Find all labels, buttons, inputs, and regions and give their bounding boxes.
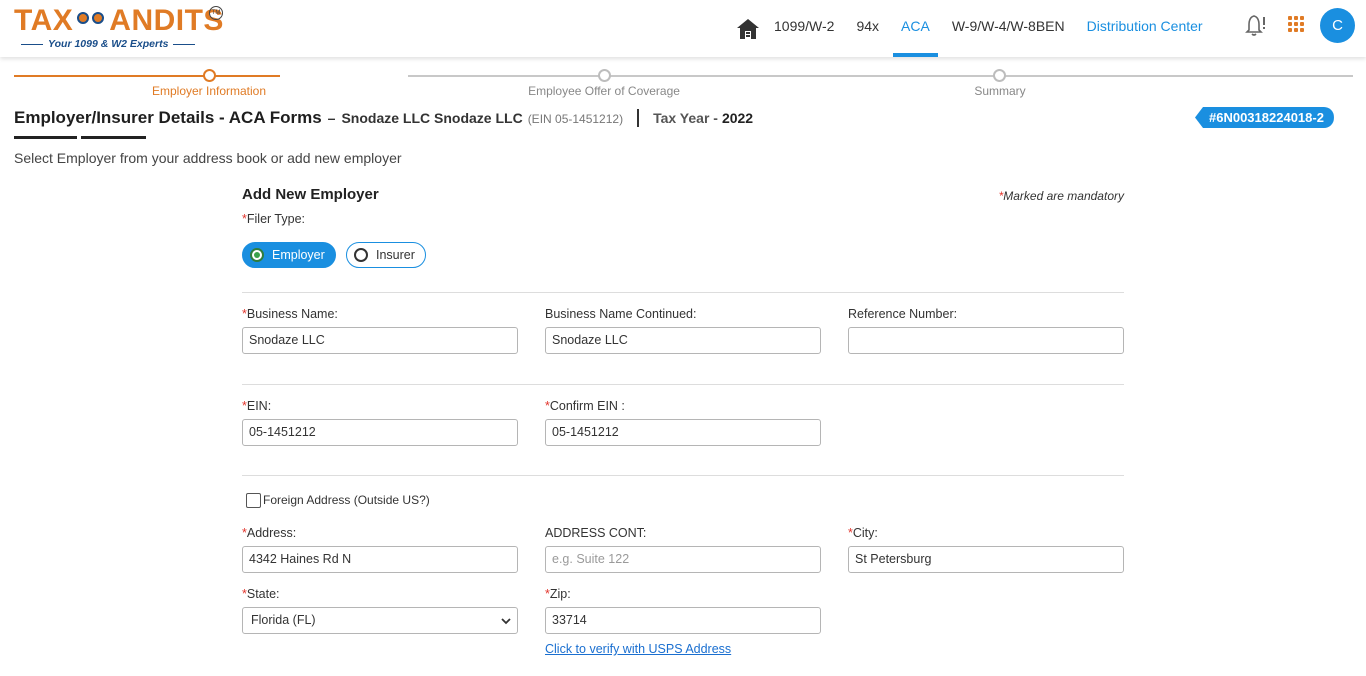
ein-input[interactable]: 05-1451212 (242, 419, 518, 446)
section-divider (242, 292, 1124, 293)
page-title: Employer/Insurer Details - ACA Forms (14, 108, 322, 127)
page-title-row: Employer/Insurer Details - ACA Forms – S… (14, 108, 753, 128)
filer-type-employer-radio[interactable]: Employer (242, 242, 336, 268)
order-id-badge: #6N00318224018-2 (1195, 107, 1334, 128)
taxbandits-logo[interactable]: TAX ANDITS TM Your 1099 & W2 Experts (14, 4, 224, 52)
chevron-down-icon (501, 618, 511, 625)
home-icon[interactable] (736, 17, 760, 41)
address-cont-label: ADDRESS CONT: (545, 526, 647, 540)
nav-aca[interactable]: ACA (893, 0, 938, 57)
nav-distribution-center[interactable]: Distribution Center (1087, 0, 1203, 57)
tax-year-label: Tax Year - (653, 110, 718, 126)
reference-number-label: Reference Number: (848, 307, 958, 321)
main-nav: 1099/W-2 94x ACA W-9/W-4/W-8BEN Distribu… (736, 0, 1225, 57)
business-name-continued-input[interactable]: Snodaze LLC (545, 327, 821, 354)
logo-wordmark: TAX ANDITS (14, 4, 224, 37)
step-dot-offer-of-coverage[interactable] (598, 69, 611, 82)
step-label-summary[interactable]: Summary (974, 84, 1025, 98)
zip-label: *Zip: (545, 587, 571, 601)
logo-tagline: Your 1099 & W2 Experts (16, 38, 200, 50)
filer-type-label: *Filer Type: (242, 212, 305, 226)
owl-icon (74, 6, 108, 32)
address-input[interactable]: 4342 Haines Rd N (242, 546, 518, 573)
ein-label: *EIN: (242, 399, 272, 413)
radio-empty-icon (354, 248, 368, 262)
company-ein: (EIN 05-1451212) (527, 112, 624, 126)
address-cont-input[interactable]: e.g. Suite 122 (545, 546, 821, 573)
progress-stepper: Employer Information Employee Offer of C… (14, 68, 1354, 98)
apps-grid-icon[interactable] (1288, 16, 1304, 32)
section-divider (242, 384, 1124, 385)
city-input[interactable]: St Petersburg (848, 546, 1124, 573)
foreign-address-checkbox[interactable] (246, 493, 261, 508)
step-line (803, 75, 1353, 77)
user-avatar[interactable]: C (1320, 8, 1355, 43)
reference-number-input[interactable] (848, 327, 1124, 354)
confirm-ein-label: *Confirm EIN : (545, 399, 625, 413)
nav-1099-w2[interactable]: 1099/W-2 (774, 0, 834, 57)
step-label-employer-info[interactable]: Employer Information (152, 84, 266, 98)
zip-input[interactable]: 33714 (545, 607, 821, 634)
step-dot-summary[interactable] (993, 69, 1006, 82)
top-navigation-bar: TAX ANDITS TM Your 1099 & W2 Experts 1099… (0, 0, 1366, 57)
nav-94x[interactable]: 94x (856, 0, 879, 57)
title-underline (81, 136, 146, 139)
title-underline (14, 136, 77, 139)
title-dash: – (327, 110, 336, 126)
nav-w9-w4-w8ben[interactable]: W-9/W-4/W-8BEN (952, 0, 1065, 57)
company-name: Snodaze LLC Snodaze LLC (341, 110, 523, 126)
address-label: *Address: (242, 526, 297, 540)
select-employer-hint: Select Employer from your address book o… (14, 150, 402, 166)
state-label: *State: (242, 587, 280, 601)
confirm-ein-input[interactable]: 05-1451212 (545, 419, 821, 446)
step-dot-employer-info[interactable] (203, 69, 216, 82)
step-label-offer-of-coverage[interactable]: Employee Offer of Coverage (528, 84, 680, 98)
business-name-continued-label: Business Name Continued: (545, 307, 697, 321)
tax-year-value: 2022 (721, 110, 754, 126)
foreign-address-label[interactable]: Foreign Address (Outside US?) (263, 493, 430, 507)
title-separator (637, 109, 640, 127)
city-label: *City: (848, 526, 878, 540)
business-name-label: *Business Name: (242, 307, 338, 321)
filer-type-insurer-radio[interactable]: Insurer (346, 242, 426, 268)
step-line-done (14, 75, 280, 77)
state-select[interactable]: Florida (FL) (242, 607, 518, 634)
form-title: Add New Employer (242, 186, 379, 203)
radio-selected-icon (250, 248, 264, 262)
verify-usps-address-link[interactable]: Click to verify with USPS Address (545, 642, 731, 656)
trademark-mark: TM (209, 6, 223, 20)
bell-icon[interactable] (1245, 13, 1267, 37)
mandatory-note: *Marked are mandatory (998, 189, 1124, 203)
section-divider (242, 475, 1124, 476)
business-name-input[interactable]: Snodaze LLC (242, 327, 518, 354)
